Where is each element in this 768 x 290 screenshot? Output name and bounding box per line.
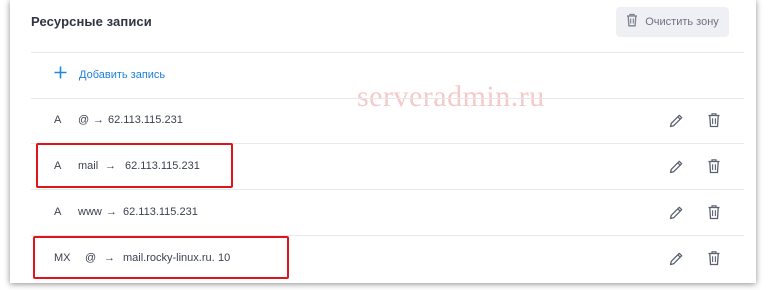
- record-host: www: [78, 206, 102, 218]
- record-value: 62.113.115.231: [123, 206, 198, 218]
- pencil-icon[interactable]: [668, 205, 684, 221]
- clear-zone-button[interactable]: Очистить зону: [616, 7, 729, 37]
- trash-icon[interactable]: [707, 158, 723, 174]
- add-record-label: Добавить запись: [79, 69, 166, 81]
- divider: [31, 98, 744, 99]
- record-row: A www → 62.113.115.231: [54, 206, 198, 218]
- highlight-box: [33, 236, 289, 279]
- clear-zone-label: Очистить зону: [645, 16, 719, 28]
- record-value: 62.113.115.231: [108, 114, 183, 126]
- trash-icon[interactable]: [707, 250, 723, 266]
- highlight-box: [36, 143, 233, 188]
- pencil-icon[interactable]: [668, 159, 684, 175]
- record-row: A @ → 62.113.115.231: [54, 114, 183, 126]
- arrow-icon: →: [106, 206, 117, 218]
- plus-icon: [54, 66, 67, 84]
- panel-title: Ресурсные записи: [31, 14, 152, 29]
- screenshot-canvas: Ресурсные записи Очистить зону Добавить …: [0, 0, 768, 290]
- resource-records-panel: Ресурсные записи Очистить зону Добавить …: [10, 0, 756, 283]
- trash-icon[interactable]: [707, 204, 723, 220]
- arrow-icon: →: [93, 114, 104, 126]
- trash-icon: [626, 13, 638, 32]
- record-type: A: [54, 114, 62, 126]
- pencil-icon[interactable]: [668, 251, 684, 267]
- trash-icon[interactable]: [707, 112, 723, 128]
- divider: [31, 189, 744, 190]
- record-type: A: [54, 206, 62, 218]
- pencil-icon[interactable]: [668, 113, 684, 129]
- record-host: @: [78, 114, 90, 126]
- divider: [31, 52, 744, 53]
- watermark: serveradmin.ru: [357, 80, 545, 113]
- add-record-button[interactable]: Добавить запись: [54, 66, 165, 84]
